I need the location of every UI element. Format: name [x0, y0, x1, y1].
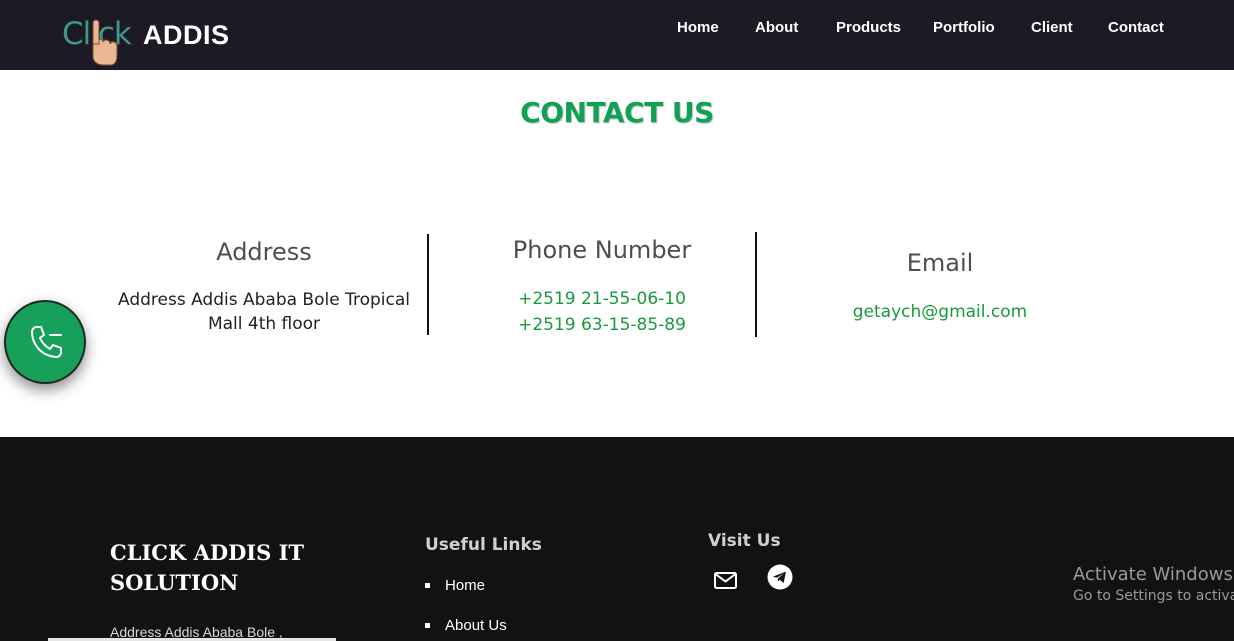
- phone-icon: [31, 326, 62, 358]
- footer-brand: CLICK ADDIS IT SOLUTION: [110, 538, 350, 598]
- nav-about[interactable]: About: [755, 19, 798, 36]
- footer-brand-line-2: SOLUTION: [110, 570, 239, 595]
- column-divider: [755, 232, 757, 337]
- nav-contact[interactable]: Contact: [1108, 19, 1164, 36]
- visit-us-heading: Visit Us: [708, 531, 781, 551]
- phone-number-2[interactable]: +2519 63-15-85-89: [477, 312, 727, 338]
- footer-link-home-label: Home: [445, 577, 486, 594]
- nav-home[interactable]: Home: [677, 19, 719, 36]
- address-line-1: Address Addis Ababa Bole Tropical: [117, 290, 410, 310]
- address-text: Address Addis Ababa Bole Tropical Mall 4…: [104, 288, 424, 336]
- mail-icon[interactable]: [712, 566, 740, 594]
- address-heading: Address: [216, 238, 312, 266]
- main-nav: Home About Products Portfolio Client Con…: [0, 0, 1234, 56]
- call-fab-button[interactable]: [4, 300, 86, 384]
- column-divider: [427, 234, 429, 335]
- footer-brand-line-1: CLICK ADDIS IT: [110, 540, 305, 565]
- contact-title: CONTACT US: [520, 96, 714, 129]
- email-address[interactable]: getaych@gmail.com: [815, 299, 1065, 325]
- phone-heading: Phone Number: [512, 236, 692, 264]
- phone-number-1[interactable]: +2519 21-55-06-10: [477, 286, 727, 312]
- phone-numbers: +2519 21-55-06-10 +2519 63-15-85-89: [477, 286, 727, 338]
- footer: CLICK ADDIS IT SOLUTION Address Addis Ab…: [0, 437, 1234, 641]
- bullet: [425, 583, 430, 588]
- activate-windows-title: Activate Windows: [1073, 564, 1233, 585]
- activate-windows-subtitle: Go to Settings to activat: [1073, 588, 1234, 604]
- telegram-icon[interactable]: [766, 563, 794, 591]
- address-line-2: Mall 4th floor: [207, 314, 321, 334]
- bullet: [425, 623, 430, 628]
- nav-products[interactable]: Products: [836, 19, 901, 36]
- nav-client[interactable]: Client: [1031, 19, 1073, 36]
- nav-portfolio[interactable]: Portfolio: [933, 19, 995, 36]
- email-heading: Email: [906, 249, 974, 277]
- footer-link-about-us-label: About Us: [445, 617, 507, 634]
- useful-links-heading: Useful Links: [425, 535, 542, 555]
- navbar: Click ADDIS Home About Products Portfoli…: [0, 0, 1234, 70]
